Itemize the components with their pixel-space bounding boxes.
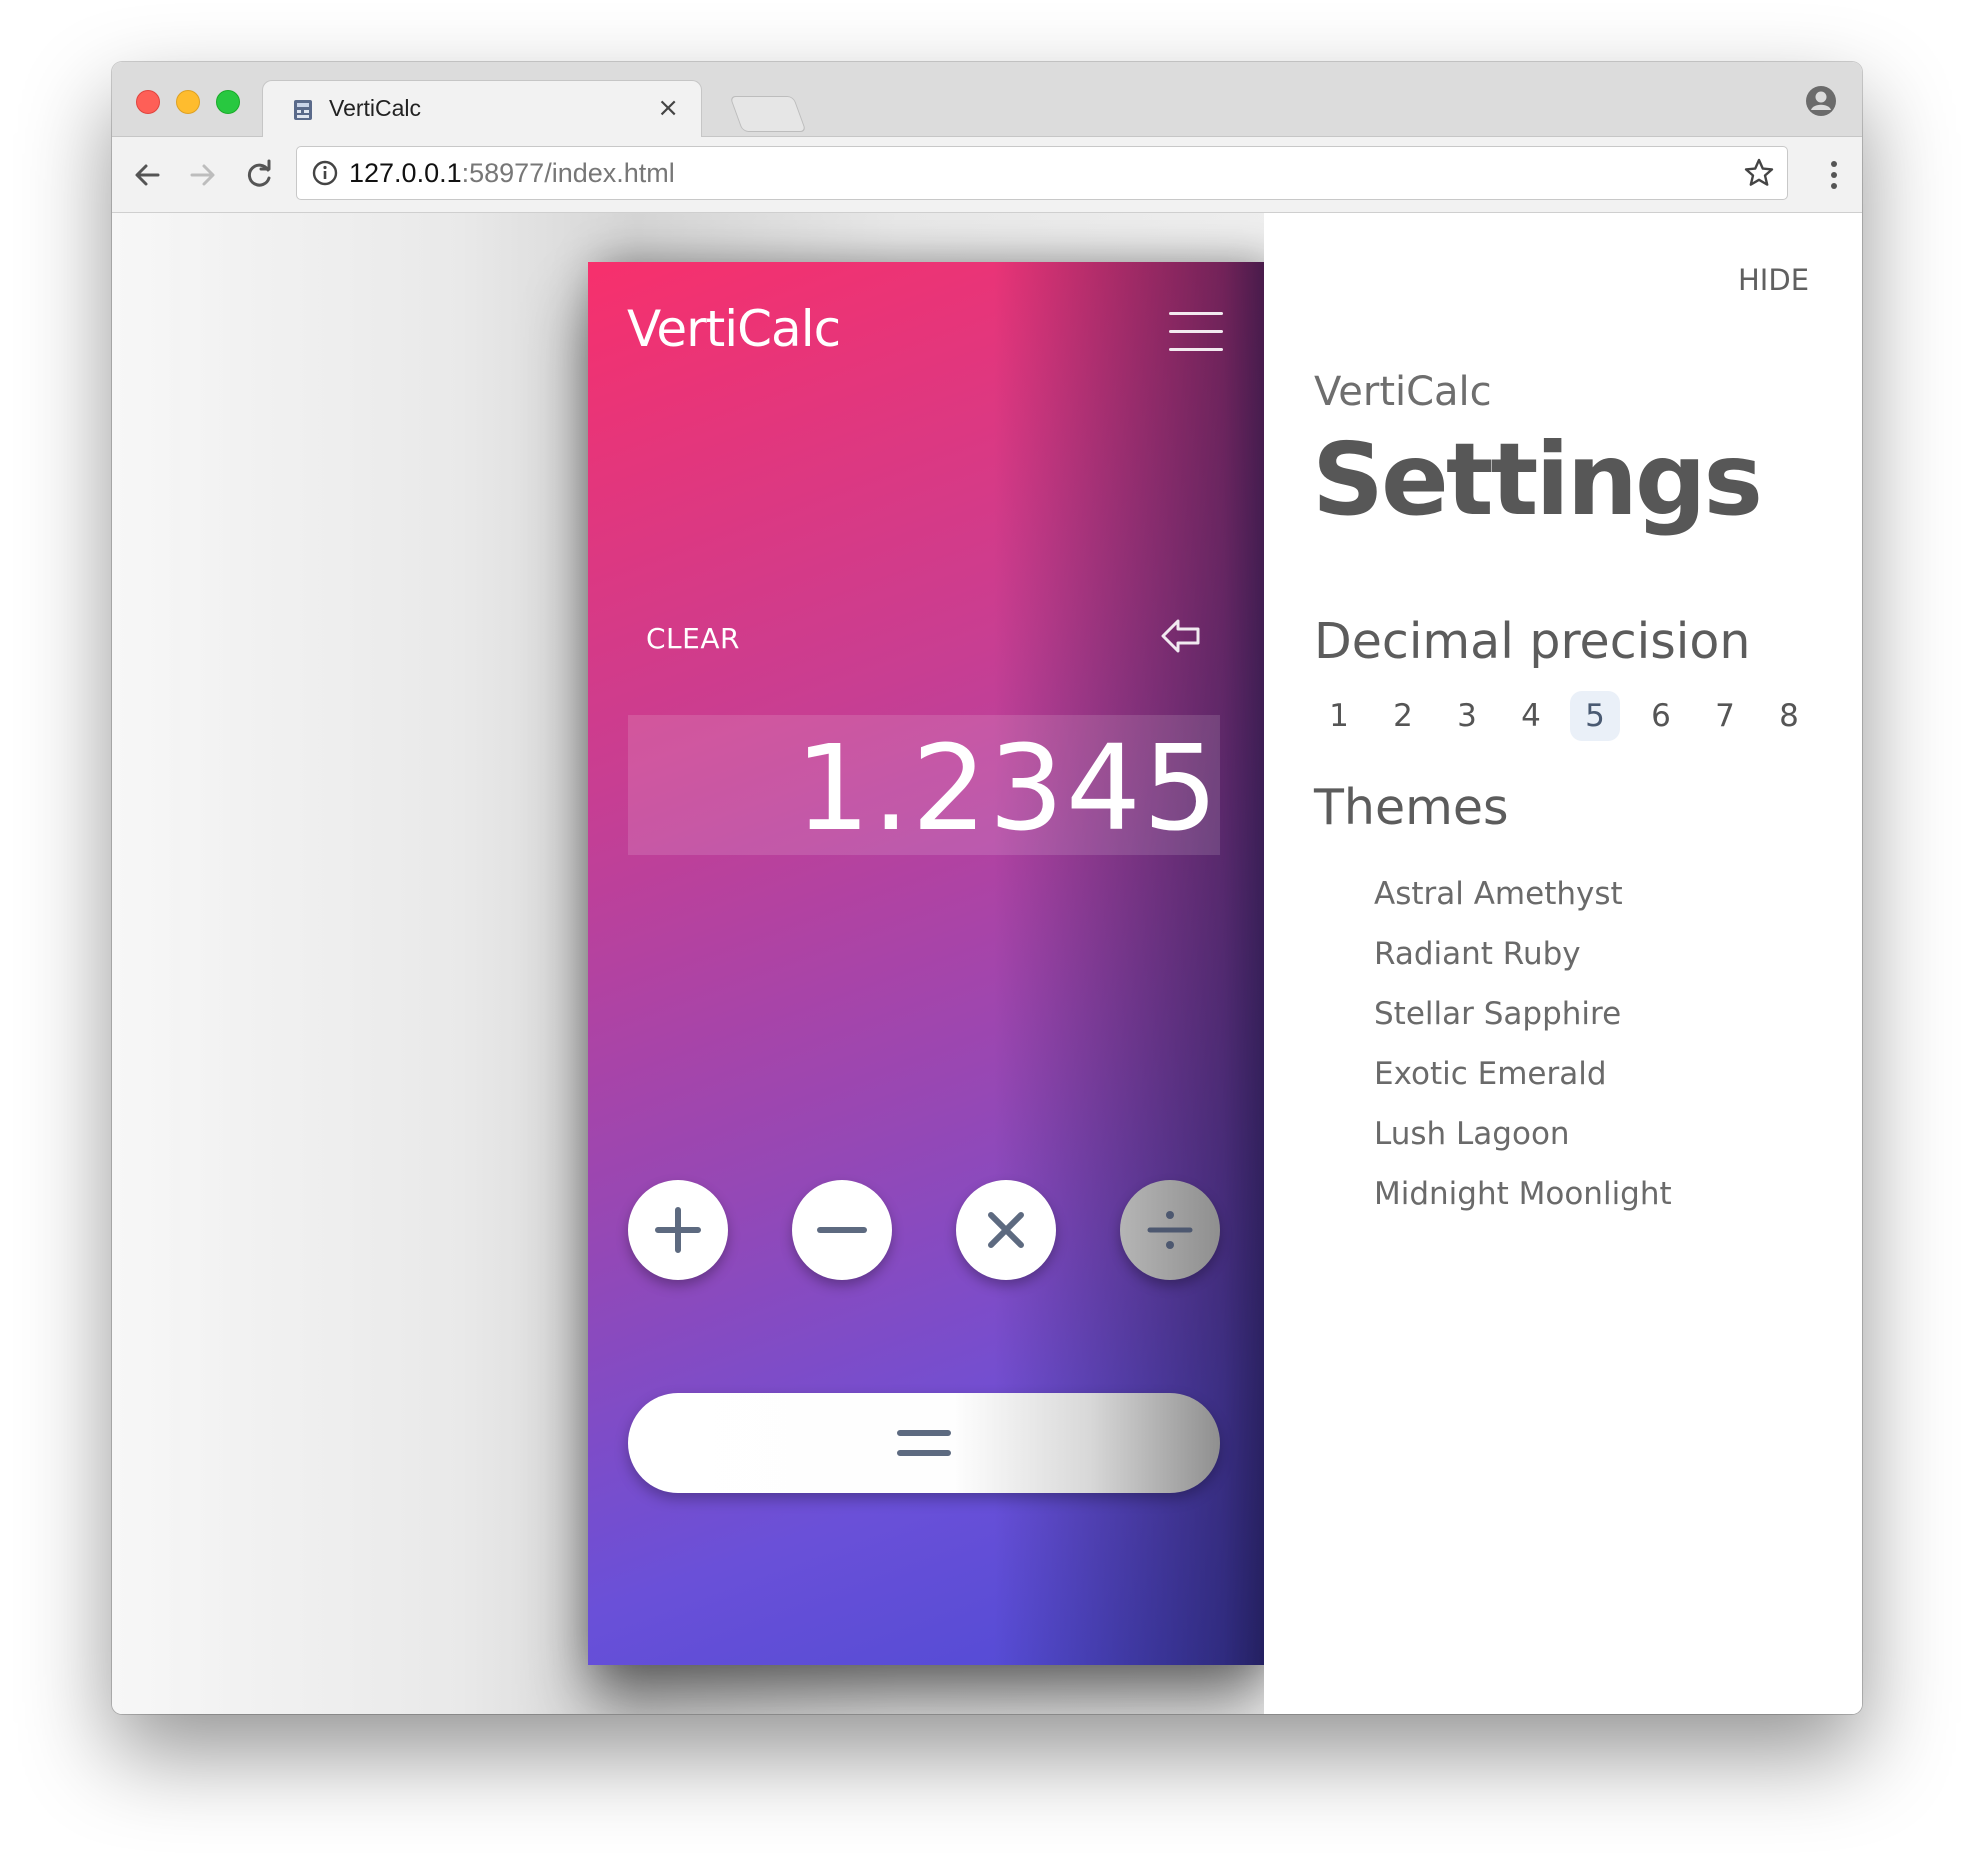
page-title: Settings [1312,421,1763,538]
minus-button[interactable] [792,1180,892,1280]
settings-panel: HIDE VertiCalc Settings Decimal precisio… [1264,213,1862,1714]
times-button[interactable] [956,1180,1056,1280]
address-bar[interactable]: 127.0.0.1:58977/index.html [296,146,1788,200]
close-window-button[interactable] [136,90,160,114]
precision-option[interactable]: 7 [1700,691,1750,741]
browser-chrome: VertiCalc × 127.0.0.1:58977/index.html [112,62,1862,213]
theme-option[interactable]: Midnight Moonlight [1374,1176,1672,1212]
new-tab-button[interactable] [729,96,807,132]
tab-strip: VertiCalc × [112,62,1862,137]
equals-button[interactable] [628,1393,1220,1493]
theme-option[interactable]: Exotic Emerald [1374,1056,1607,1092]
theme-option[interactable]: Radiant Ruby [1374,936,1581,972]
backspace-icon[interactable] [1160,618,1202,654]
theme-option[interactable]: Astral Amethyst [1374,876,1623,912]
info-icon[interactable] [311,159,339,187]
star-icon[interactable] [1743,157,1775,189]
theme-option[interactable]: Lush Lagoon [1374,1116,1570,1152]
back-icon[interactable] [130,158,164,192]
url-path: :58977/index.html [461,158,675,188]
reload-icon[interactable] [242,158,276,192]
settings-app-name: VertiCalc [1314,369,1492,415]
hide-button[interactable]: HIDE [1738,263,1809,297]
calculator-panel: VertiCalc CLEAR 1.2345 [588,262,1264,1665]
close-icon[interactable]: × [657,93,679,123]
themes-heading: Themes [1314,779,1509,836]
url-text: 127.0.0.1:58977/index.html [349,158,675,189]
precision-option-selected[interactable]: 5 [1570,691,1620,741]
divide-button[interactable] [1120,1180,1220,1280]
minimize-window-button[interactable] [176,90,200,114]
minus-icon [817,1227,867,1233]
hamburger-icon[interactable] [1169,312,1223,352]
result-display: 1.2345 [628,715,1220,857]
clear-button[interactable]: CLEAR [646,622,740,655]
forward-icon[interactable] [186,158,220,192]
favicon-icon [294,100,312,120]
times-icon [988,1212,1024,1248]
tab-title: VertiCalc [329,95,422,121]
precision-heading: Decimal precision [1314,613,1751,670]
precision-option[interactable]: 2 [1378,691,1428,741]
equals-icon [897,1430,951,1456]
theme-option[interactable]: Stellar Sapphire [1374,996,1621,1032]
calculator-title: VertiCalc [627,300,841,358]
plus-icon [655,1207,701,1253]
precision-option[interactable]: 4 [1506,691,1556,741]
precision-option[interactable]: 6 [1636,691,1686,741]
precision-options: 1 2 3 4 5 6 7 8 [1314,691,1834,743]
precision-option[interactable]: 1 [1314,691,1364,741]
browser-window: VertiCalc × 127.0.0.1:58977/index.html V… [112,62,1862,1714]
display-value: 1.2345 [795,719,1220,857]
profile-icon[interactable] [1804,84,1838,118]
browser-tab[interactable]: VertiCalc × [262,80,702,137]
divide-icon [1147,1211,1193,1249]
menu-dots-icon[interactable] [1828,158,1840,192]
precision-option[interactable]: 3 [1442,691,1492,741]
plus-button[interactable] [628,1180,728,1280]
url-host: 127.0.0.1 [349,158,462,188]
precision-option[interactable]: 8 [1764,691,1814,741]
page-viewport: VertiCalc CLEAR 1.2345 HIDE VertiCalc Se… [112,213,1862,1714]
zoom-window-button[interactable] [216,90,240,114]
